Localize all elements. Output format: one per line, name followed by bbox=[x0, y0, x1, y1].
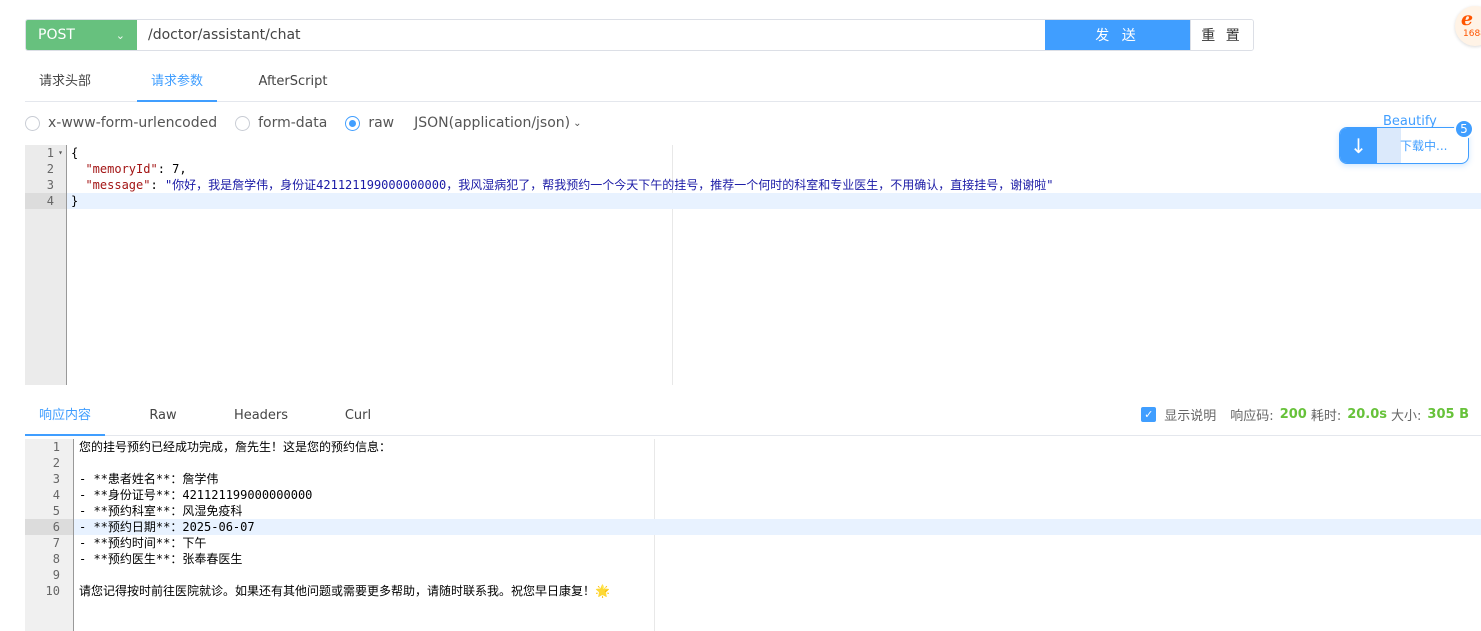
code-line: "message": "你好，我是詹学伟，身份证4211211990000000… bbox=[85, 178, 1054, 192]
content-type-dropdown[interactable]: JSON(application/json) ⌄ bbox=[414, 115, 581, 131]
radio-dot bbox=[25, 115, 40, 131]
line-number-gutter: 1 2 3 4 5 6 7 8 9 10 bbox=[25, 439, 74, 631]
request-body-editor[interactable]: 1 ▾ 2 3 4 { "memoryId": 7, "message": "你好… bbox=[25, 145, 1481, 385]
tab-request-params[interactable]: 请求参数 bbox=[137, 66, 217, 102]
radio-label: form-data bbox=[258, 115, 328, 131]
corner-logo[interactable]: e 1688 bbox=[1455, 6, 1481, 46]
radio-dot bbox=[235, 115, 251, 131]
line-number: 3 bbox=[46, 178, 54, 192]
tab-request-headers[interactable]: 请求头部 bbox=[25, 66, 105, 102]
line-number: 2 bbox=[52, 456, 60, 470]
response-line bbox=[74, 455, 1481, 471]
code-area[interactable]: { "memoryId": 7, "message": "你好，我是詹学伟，身份… bbox=[67, 145, 1481, 209]
response-tabs: 响应内容 Raw Headers Curl ✓ 显示说明 响应码: 200 耗时… bbox=[25, 397, 1481, 436]
response-line: - **预约时间**：下午 bbox=[79, 536, 207, 550]
line-number: 5 bbox=[52, 504, 60, 518]
tab-response-raw[interactable]: Raw bbox=[137, 397, 189, 436]
line-number-gutter: 1 ▾ 2 3 4 bbox=[25, 145, 67, 385]
response-line: 您的挂号预约已经成功完成，詹先生！这是您的预约信息： bbox=[79, 440, 392, 454]
radio-form-data[interactable]: form-data bbox=[235, 115, 327, 131]
time-label: 耗时: bbox=[1310, 409, 1342, 424]
download-progress-fill bbox=[1377, 128, 1401, 163]
line-number: 2 bbox=[46, 162, 54, 176]
download-progress-widget[interactable]: ↓ 下载中... 5 bbox=[1339, 119, 1474, 164]
response-text-area[interactable]: 您的挂号预约已经成功完成，詹先生！这是您的预约信息： - **患者姓名**：詹学… bbox=[74, 439, 1481, 599]
logo-glyph: e bbox=[1461, 8, 1474, 30]
size-label: 大小: bbox=[1391, 409, 1422, 424]
time-value: 20.0s bbox=[1347, 407, 1388, 422]
request-tabs: 请求头部 请求参数 AfterScript bbox=[25, 66, 1481, 102]
response-line: - **预约日期**：2025-06-07 bbox=[74, 519, 1481, 535]
response-body-viewer[interactable]: 1 2 3 4 5 6 7 8 9 10 您的挂号预约已经成功完成，詹先生！这是… bbox=[25, 439, 1481, 631]
line-number: 9 bbox=[52, 568, 60, 582]
content-type-value: JSON(application/json) bbox=[414, 115, 571, 131]
radio-raw[interactable]: raw bbox=[345, 115, 394, 131]
chevron-down-icon: ⌄ bbox=[115, 28, 125, 42]
reset-button[interactable]: 重 置 bbox=[1190, 20, 1253, 50]
line-number: 6 bbox=[25, 519, 73, 535]
url-input[interactable]: /doctor/assistant/chat bbox=[137, 20, 1045, 50]
status-label: 响应码: bbox=[1230, 409, 1274, 424]
response-line: - **身份证号**：421121199000000000 bbox=[79, 488, 313, 502]
request-url-bar: POST ⌄ /doctor/assistant/chat 发 送 重 置 bbox=[25, 19, 1254, 51]
line-number: 1 bbox=[52, 440, 60, 454]
line-number: 4 bbox=[25, 193, 66, 209]
radio-label: x-www-form-urlencoded bbox=[48, 115, 218, 131]
line-number: 3 bbox=[52, 472, 60, 486]
code-line: } bbox=[67, 193, 1481, 209]
fold-arrow-icon[interactable]: ▾ bbox=[58, 145, 63, 161]
show-desc-checkbox[interactable]: ✓ bbox=[1141, 407, 1157, 422]
radio-label: raw bbox=[368, 115, 395, 131]
line-number: 4 bbox=[52, 488, 60, 502]
size-value: 305 B bbox=[1427, 407, 1469, 422]
radio-urlencoded[interactable]: x-www-form-urlencoded bbox=[25, 115, 217, 131]
chevron-down-icon: ⌄ bbox=[573, 117, 582, 129]
download-arrow-icon: ↓ bbox=[1340, 128, 1377, 163]
tab-response-headers[interactable]: Headers bbox=[225, 397, 297, 436]
send-button[interactable]: 发 送 bbox=[1045, 20, 1190, 50]
response-line: - **预约医生**：张奉春医生 bbox=[79, 552, 243, 566]
download-label: 下载中... bbox=[1400, 139, 1448, 153]
response-line: - **预约科室**：风湿免疫科 bbox=[79, 504, 243, 518]
show-desc-label[interactable]: 显示说明 bbox=[1164, 405, 1216, 424]
method-value: POST bbox=[38, 27, 75, 43]
download-count-badge: 5 bbox=[1454, 119, 1474, 139]
line-number: 1 ▾ bbox=[46, 145, 63, 161]
tab-afterscript[interactable]: AfterScript bbox=[251, 66, 335, 102]
line-number: 7 bbox=[52, 536, 60, 550]
code-line: "memoryId": 7, bbox=[85, 162, 187, 176]
response-line: 请您记得按时前往医院就诊。如果还有其他问题或需要更多帮助，请随时联系我。祝您早日… bbox=[79, 584, 610, 598]
response-line: - **患者姓名**：詹学伟 bbox=[79, 472, 219, 486]
logo-subtext: 1688 bbox=[1463, 29, 1481, 39]
status-value: 200 bbox=[1279, 407, 1307, 422]
body-type-selector: x-www-form-urlencoded form-data raw JSON… bbox=[25, 111, 1325, 135]
tab-response-curl[interactable]: Curl bbox=[335, 397, 381, 436]
code-line: { bbox=[71, 146, 79, 160]
tab-response-content[interactable]: 响应内容 bbox=[25, 397, 105, 436]
method-select[interactable]: POST ⌄ bbox=[26, 20, 137, 50]
line-number: 10 bbox=[45, 584, 60, 598]
response-line bbox=[74, 567, 1481, 583]
response-meta: ✓ 显示说明 响应码: 200 耗时: 20.0s 大小: 305 B bbox=[1141, 405, 1469, 424]
radio-dot bbox=[345, 115, 361, 131]
line-number: 8 bbox=[52, 552, 60, 566]
